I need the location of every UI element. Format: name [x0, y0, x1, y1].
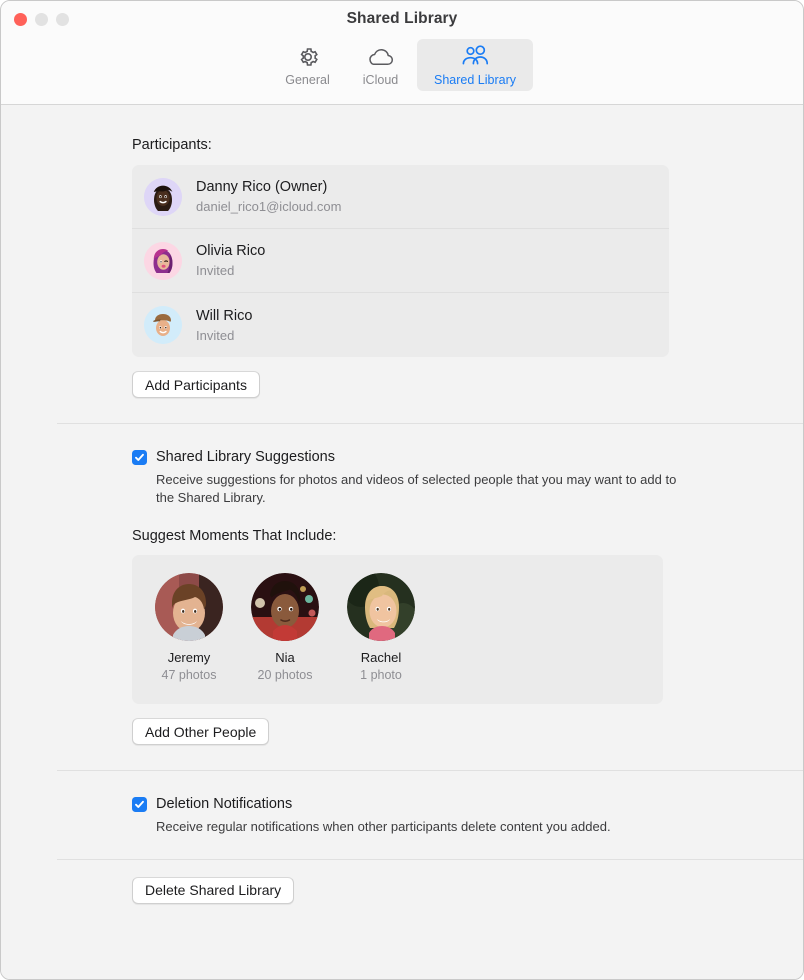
list-item[interactable]: Nia 20 photos	[244, 573, 326, 682]
deletion-notifications-row[interactable]: Deletion Notifications	[132, 795, 775, 814]
gear-icon	[296, 44, 320, 70]
participants-list: Danny Rico (Owner) daniel_rico1@icloud.c…	[132, 165, 669, 357]
tab-icloud[interactable]: iCloud	[344, 39, 417, 91]
avatar	[144, 241, 182, 280]
participant-detail: daniel_rico1@icloud.com	[196, 199, 342, 214]
table-row[interactable]: Will Rico Invited	[132, 293, 669, 357]
add-participants-button[interactable]: Add Participants	[132, 371, 260, 398]
tab-icloud-label: iCloud	[362, 73, 399, 87]
participants-label: Participants:	[132, 137, 212, 153]
toolbar-tabs: General iCloud Shared Library	[1, 39, 803, 91]
person-name: Nia	[275, 650, 295, 665]
two-people-icon	[460, 44, 490, 70]
person-photo	[251, 573, 319, 641]
table-row[interactable]: Olivia Rico Invited	[132, 229, 669, 293]
avatar	[144, 306, 182, 344]
deletion-notifications-checkbox[interactable]	[132, 797, 147, 812]
tab-general-label: General	[285, 73, 330, 87]
participant-detail: Invited	[196, 327, 235, 343]
tab-shared-library-label: Shared Library	[434, 73, 516, 87]
shared-library-suggestions-description: Receive suggestions for photos and video…	[156, 472, 677, 505]
shared-library-suggestions-checkbox[interactable]	[132, 450, 147, 465]
divider	[57, 858, 803, 860]
participant-name: Olivia Rico	[196, 243, 266, 259]
participant-name: Will Rico	[196, 307, 253, 324]
preferences-window: Shared Library General iCloud Shared Lib…	[0, 0, 804, 980]
person-name: Rachel	[360, 650, 402, 665]
avatar	[144, 177, 182, 216]
window-title: Shared Library	[346, 10, 458, 27]
list-item[interactable]: Rachel 1 photo	[340, 573, 422, 682]
person-name: Jeremy	[167, 650, 211, 665]
tab-general[interactable]: General	[271, 39, 344, 91]
list-item[interactable]: Jeremy 47 photos	[148, 573, 230, 682]
content-area: Participants: Danny Rico (Owner) daniel_…	[1, 105, 803, 979]
table-row[interactable]: Danny Rico (Owner) daniel_rico1@icloud.c…	[132, 165, 669, 229]
divider	[57, 770, 803, 771]
add-other-people-button[interactable]: Add Other People	[132, 718, 270, 745]
cloud-icon	[367, 44, 394, 70]
person-photo-count: 1 photo	[360, 668, 402, 682]
shared-library-suggestions-row[interactable]: Shared Library Suggestions	[132, 448, 775, 467]
delete-shared-library-button[interactable]: Delete Shared Library	[132, 876, 295, 904]
suggest-moments-label: Suggest Moments That Include:	[132, 528, 337, 544]
person-photo	[347, 573, 415, 641]
participant-name: Danny Rico (Owner)	[196, 179, 328, 195]
person-photo	[155, 573, 223, 641]
title-bar: Shared Library General iCloud Shared Lib…	[1, 1, 803, 105]
person-photo-count: 20 photos	[257, 668, 313, 682]
participant-detail: Invited	[196, 263, 235, 278]
divider	[57, 423, 803, 424]
shared-library-suggestions-label: Shared Library Suggestions	[156, 449, 335, 465]
suggested-people-list: Jeremy 47 photos Nia 20 photos Rachel 1 …	[132, 555, 663, 704]
tab-shared-library[interactable]: Shared Library	[417, 39, 533, 91]
deletion-notifications-label: Deletion Notifications	[156, 796, 293, 812]
person-photo-count: 47 photos	[161, 668, 217, 682]
deletion-notifications-description: Receive regular notifications when other…	[156, 819, 611, 834]
